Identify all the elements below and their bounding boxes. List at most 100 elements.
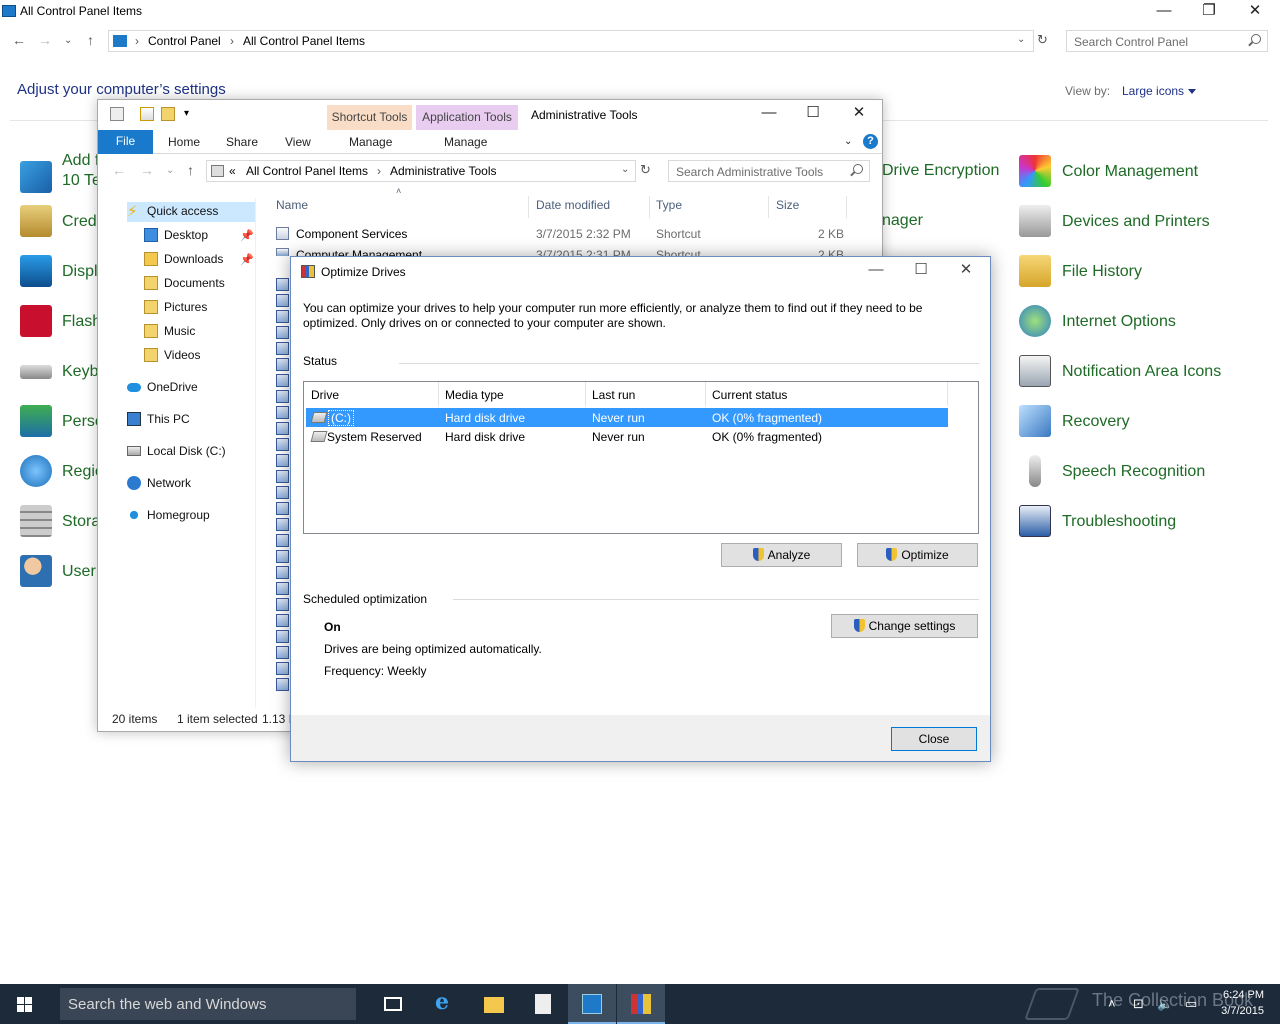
optimize-drives-taskbar-button[interactable] (617, 984, 665, 1024)
breadcrumb-control-panel[interactable]: Control Panel (148, 34, 221, 48)
drive-row-c[interactable]: (C:) Hard disk drive Never run OK (0% fr… (306, 408, 948, 427)
tray-overflow-icon[interactable]: ˄ (1108, 996, 1116, 1011)
column-separator[interactable] (649, 196, 650, 218)
column-date-modified[interactable]: Date modified (536, 198, 610, 212)
task-view-button[interactable] (370, 984, 418, 1024)
clock-time[interactable]: 6:24 PM (1214, 989, 1264, 1001)
address-bar[interactable]: « All Control Panel Items › Administrati… (206, 160, 636, 182)
column-separator[interactable] (438, 382, 439, 406)
store-button[interactable] (519, 984, 567, 1024)
tab-manage-application[interactable]: Manage (444, 135, 487, 149)
forward-arrow-icon[interactable]: → (38, 32, 52, 48)
tab-home[interactable]: Home (168, 135, 200, 149)
network-tray-icon[interactable]: ⊡ (1133, 996, 1144, 1012)
pin-icon[interactable]: 📌 (240, 253, 254, 266)
breadcrumb-all-items[interactable]: All Control Panel Items (243, 34, 365, 48)
column-current-status[interactable]: Current status (712, 388, 787, 402)
tab-share[interactable]: Share (226, 135, 258, 149)
nav-this-pc[interactable]: This PC (127, 410, 255, 430)
customize-qat-icon[interactable]: ▾ (184, 108, 189, 119)
control-panel-taskbar-button[interactable] (568, 984, 616, 1024)
pin-icon[interactable]: 📌 (240, 229, 254, 242)
minimize-button[interactable]: — (1141, 0, 1187, 24)
cp-item-manager[interactable]: nager (882, 212, 923, 230)
nav-network[interactable]: Network (127, 474, 255, 494)
view-by-dropdown[interactable]: Large icons (1122, 84, 1197, 98)
taskbar-search-box[interactable]: Search the web and Windows (60, 988, 356, 1020)
analyze-button[interactable]: Analyze (721, 543, 842, 567)
clock-date[interactable]: 3/7/2015 (1214, 1005, 1264, 1017)
volume-icon[interactable]: 🔈 (1157, 996, 1173, 1012)
column-separator[interactable] (705, 382, 706, 406)
minimize-button[interactable]: — (746, 102, 792, 126)
column-type[interactable]: Type (656, 198, 682, 212)
breadcrumb-overflow[interactable]: « (229, 164, 236, 178)
restore-button[interactable]: ❐ (1186, 0, 1232, 24)
address-dropdown-icon[interactable]: ⌄ (621, 164, 629, 175)
file-row[interactable]: Component Services 3/7/2015 2:32 PM Shor… (256, 224, 882, 244)
file-row[interactable]: Computer Management 3/7/2015 2:31 PM Sho… (256, 245, 882, 256)
properties-icon[interactable] (110, 107, 124, 121)
nav-desktop[interactable]: Desktop 📌 (144, 226, 254, 246)
nav-documents[interactable]: Documents (144, 274, 254, 294)
internet-explorer-button[interactable]: e (421, 984, 469, 1024)
column-separator[interactable] (768, 196, 769, 218)
nav-downloads[interactable]: Downloads 📌 (144, 250, 254, 270)
nav-quick-access[interactable]: ⚡ Quick access (127, 202, 255, 222)
nav-pictures[interactable]: Pictures (144, 298, 254, 318)
tab-shortcut-tools[interactable]: Shortcut Tools (327, 105, 412, 130)
recent-chevron-icon[interactable]: ⌄ (166, 165, 174, 176)
close-button[interactable]: ✕ (943, 259, 989, 283)
nav-videos[interactable]: Videos (144, 346, 254, 366)
maximize-button[interactable]: ☐ (790, 102, 836, 126)
drive-row-system-reserved[interactable]: System Reserved Hard disk drive Never ru… (306, 427, 948, 446)
dialog-close-button[interactable]: Close (891, 727, 977, 751)
cp-item-label[interactable]: 10 Te (62, 172, 101, 190)
new-folder-icon[interactable] (161, 107, 175, 121)
ribbon-expand-icon[interactable]: ⌄ (844, 136, 852, 147)
optimize-button[interactable]: Optimize (857, 543, 978, 567)
column-separator[interactable] (947, 382, 948, 406)
refresh-icon[interactable]: ↻ (640, 162, 651, 178)
refresh-icon[interactable]: ↻ (1037, 32, 1048, 48)
column-size[interactable]: Size (776, 198, 799, 212)
close-button[interactable]: ✕ (1232, 0, 1278, 24)
back-arrow-icon[interactable]: ← (112, 162, 126, 178)
column-name[interactable]: Name (276, 198, 308, 212)
column-separator[interactable] (585, 382, 586, 406)
column-drive[interactable]: Drive (311, 388, 339, 402)
file-explorer-button[interactable] (470, 984, 518, 1024)
column-last-run[interactable]: Last run (592, 388, 635, 402)
column-separator[interactable] (846, 196, 847, 218)
address-dropdown-icon[interactable]: ⌄ (1017, 34, 1025, 45)
back-arrow-icon[interactable]: ← (12, 32, 26, 48)
breadcrumb-all-items[interactable]: All Control Panel Items (246, 164, 368, 178)
close-button[interactable]: ✕ (836, 102, 882, 126)
column-separator[interactable] (528, 196, 529, 218)
up-arrow-icon[interactable]: ↑ (87, 32, 94, 48)
column-media-type[interactable]: Media type (445, 388, 504, 402)
nav-onedrive[interactable]: OneDrive (127, 378, 255, 398)
properties-check-icon[interactable] (140, 107, 154, 121)
forward-arrow-icon[interactable]: → (140, 162, 154, 178)
nav-music[interactable]: Music (144, 322, 254, 342)
recent-chevron-icon[interactable]: ⌄ (64, 35, 72, 46)
minimize-button[interactable]: — (853, 259, 899, 283)
breadcrumb-admin-tools[interactable]: Administrative Tools (390, 164, 497, 178)
cp-item-bitlocker[interactable]: Drive Encryption (882, 162, 999, 180)
start-button[interactable] (0, 984, 48, 1024)
nav-local-disk[interactable]: Local Disk (C:) (127, 442, 255, 462)
help-icon[interactable]: ? (863, 134, 878, 149)
up-arrow-icon[interactable]: ↑ (187, 162, 194, 178)
search-box[interactable]: Search Control Panel (1066, 30, 1268, 52)
search-box[interactable]: Search Administrative Tools (668, 160, 870, 182)
tab-file[interactable]: File (98, 130, 153, 154)
change-settings-button[interactable]: Change settings (831, 614, 978, 638)
address-bar[interactable]: › Control Panel › All Control Panel Item… (108, 30, 1034, 52)
tab-application-tools[interactable]: Application Tools (416, 105, 518, 130)
tab-manage-shortcut[interactable]: Manage (349, 135, 392, 149)
maximize-button[interactable]: ☐ (898, 259, 944, 283)
nav-homegroup[interactable]: Homegroup (127, 506, 255, 526)
tab-view[interactable]: View (285, 135, 311, 149)
action-center-icon[interactable]: ▭ (1185, 996, 1197, 1012)
